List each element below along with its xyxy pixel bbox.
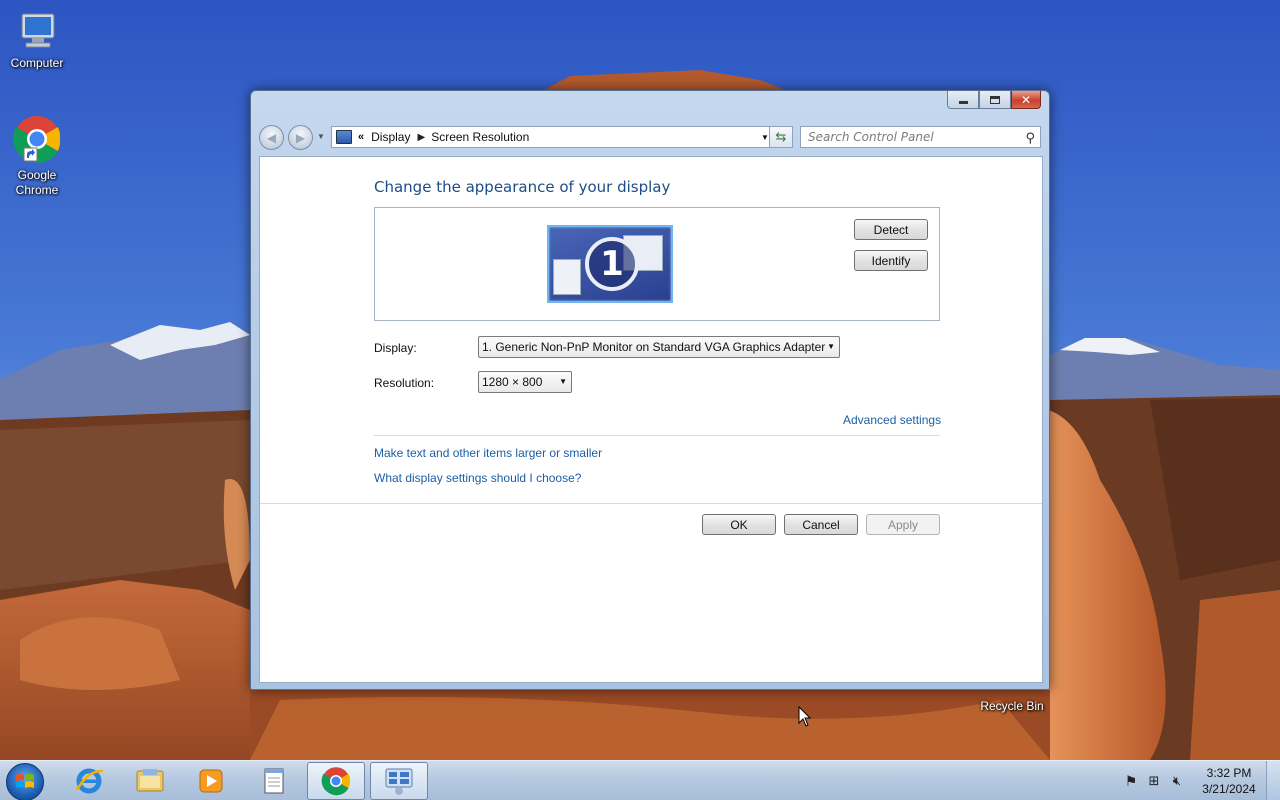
desktop-icon-label: Computer	[10, 56, 64, 70]
display-select-value: 1. Generic Non-PnP Monitor on Standard V…	[482, 340, 826, 354]
cancel-button[interactable]: Cancel	[784, 514, 858, 535]
content-pane: Change the appearance of your display 1 …	[259, 156, 1043, 683]
control-panel-icon	[336, 130, 352, 144]
refresh-icon: ⇆	[775, 129, 787, 144]
text-size-link[interactable]: Make text and other items larger or smal…	[374, 446, 602, 460]
resolution-select[interactable]: 1280 × 800 ▼	[478, 371, 572, 393]
detect-button[interactable]: Detect	[854, 219, 928, 240]
display-select[interactable]: 1. Generic Non-PnP Monitor on Standard V…	[478, 336, 840, 358]
monitor-1-thumbnail[interactable]: 1	[547, 225, 673, 303]
start-button[interactable]	[6, 763, 44, 800]
back-button[interactable]: ◀	[259, 125, 284, 150]
notepad-icon	[264, 768, 284, 794]
desktop-icon-label: Recycle Bin	[980, 699, 1044, 713]
navigation-bar: ◀ ▶ ▼ « Display ▶ Screen Resolution ▼ ⇆ …	[259, 124, 1041, 150]
desktop-icon-computer[interactable]: Computer	[0, 8, 74, 71]
recent-pages-dropdown[interactable]: ▼	[317, 132, 325, 141]
divider	[260, 503, 1042, 504]
display-settings-help-link[interactable]: What display settings should I choose?	[374, 471, 581, 485]
chrome-icon	[13, 116, 61, 163]
windows-logo-icon	[16, 774, 34, 788]
back-arrow-icon: ◀	[266, 130, 277, 145]
window-caption-buttons: ✕	[947, 91, 1041, 109]
show-desktop-button[interactable]	[1266, 761, 1280, 800]
apply-button: Apply	[866, 514, 940, 535]
windows-explorer-icon	[136, 769, 164, 792]
refresh-button[interactable]: ⇆	[769, 126, 793, 148]
chrome-icon	[321, 767, 350, 796]
breadcrumb-screen-resolution[interactable]: Screen Resolution	[431, 130, 529, 144]
resolution-select-value: 1280 × 800	[482, 375, 543, 389]
search-box[interactable]: ⚲	[800, 126, 1041, 148]
search-input[interactable]	[808, 130, 1008, 144]
forward-button[interactable]: ▶	[288, 125, 313, 150]
taskbar-control-panel[interactable]	[370, 762, 428, 800]
mouse-cursor-icon	[798, 706, 812, 727]
divider	[374, 435, 940, 436]
monitor-number-badge: 1	[585, 237, 639, 291]
minimize-icon	[958, 101, 968, 104]
screen-resolution-window: ✕ ◀ ▶ ▼ « Display ▶ Screen Resolution ▼ …	[250, 90, 1050, 690]
display-label: Display:	[374, 341, 417, 355]
close-button[interactable]: ✕	[1011, 91, 1041, 109]
identify-button[interactable]: Identify	[854, 250, 928, 271]
notification-area: ⚑ ⊞ 🔇︎	[1120, 761, 1188, 800]
search-icon[interactable]: ⚲	[1025, 130, 1035, 146]
ok-button[interactable]: OK	[702, 514, 776, 535]
desktop-icon-chrome[interactable]: Google Chrome	[0, 114, 74, 198]
control-panel-icon	[385, 768, 413, 795]
recycle-bin-icon	[974, 691, 1050, 699]
maximize-button[interactable]	[979, 91, 1011, 109]
system-clock[interactable]: 3:32 PM 3/21/2024	[1196, 765, 1262, 797]
taskbar-internet-explorer[interactable]	[60, 762, 118, 800]
internet-explorer-icon	[75, 768, 104, 794]
resolution-label: Resolution:	[374, 376, 435, 390]
dropdown-arrow-icon: ▼	[827, 342, 835, 351]
taskbar: ⚑ ⊞ 🔇︎ 3:32 PM 3/21/2024	[0, 760, 1280, 800]
advanced-settings-link[interactable]: Advanced settings	[843, 413, 941, 427]
taskbar-chrome[interactable]	[307, 762, 365, 800]
breadcrumb-display[interactable]: Display	[371, 130, 410, 144]
minimize-button[interactable]	[947, 91, 979, 109]
volume-muted-icon[interactable]: 🔇︎	[1166, 773, 1188, 789]
address-bar[interactable]: « Display ▶ Screen Resolution ▼	[331, 126, 775, 148]
desktop-icon-recycle-bin[interactable]: Recycle Bin	[974, 691, 1050, 714]
close-icon: ✕	[1020, 92, 1032, 107]
action-center-flag-icon[interactable]: ⚑	[1120, 773, 1142, 790]
window-graphic	[553, 259, 581, 295]
dropdown-arrow-icon: ▼	[559, 377, 567, 386]
taskbar-windows-explorer[interactable]	[121, 762, 179, 800]
page-title: Change the appearance of your display	[374, 178, 671, 196]
computer-icon	[21, 13, 55, 48]
monitor-arrangement-panel: 1 Detect Identify	[374, 207, 940, 321]
clock-date: 3/21/2024	[1202, 782, 1256, 796]
media-player-icon	[199, 769, 223, 793]
forward-arrow-icon: ▶	[295, 130, 306, 145]
breadcrumb-chevron-icon[interactable]: ▶	[417, 132, 425, 143]
desktop-icon-label: Google Chrome	[15, 168, 59, 197]
clock-time: 3:32 PM	[1206, 766, 1252, 780]
taskbar-media-player[interactable]	[182, 762, 240, 800]
network-icon[interactable]: ⊞	[1142, 773, 1166, 789]
maximize-icon	[990, 95, 1000, 104]
breadcrumb-overflow[interactable]: «	[358, 131, 364, 143]
taskbar-notepad[interactable]	[245, 762, 303, 800]
